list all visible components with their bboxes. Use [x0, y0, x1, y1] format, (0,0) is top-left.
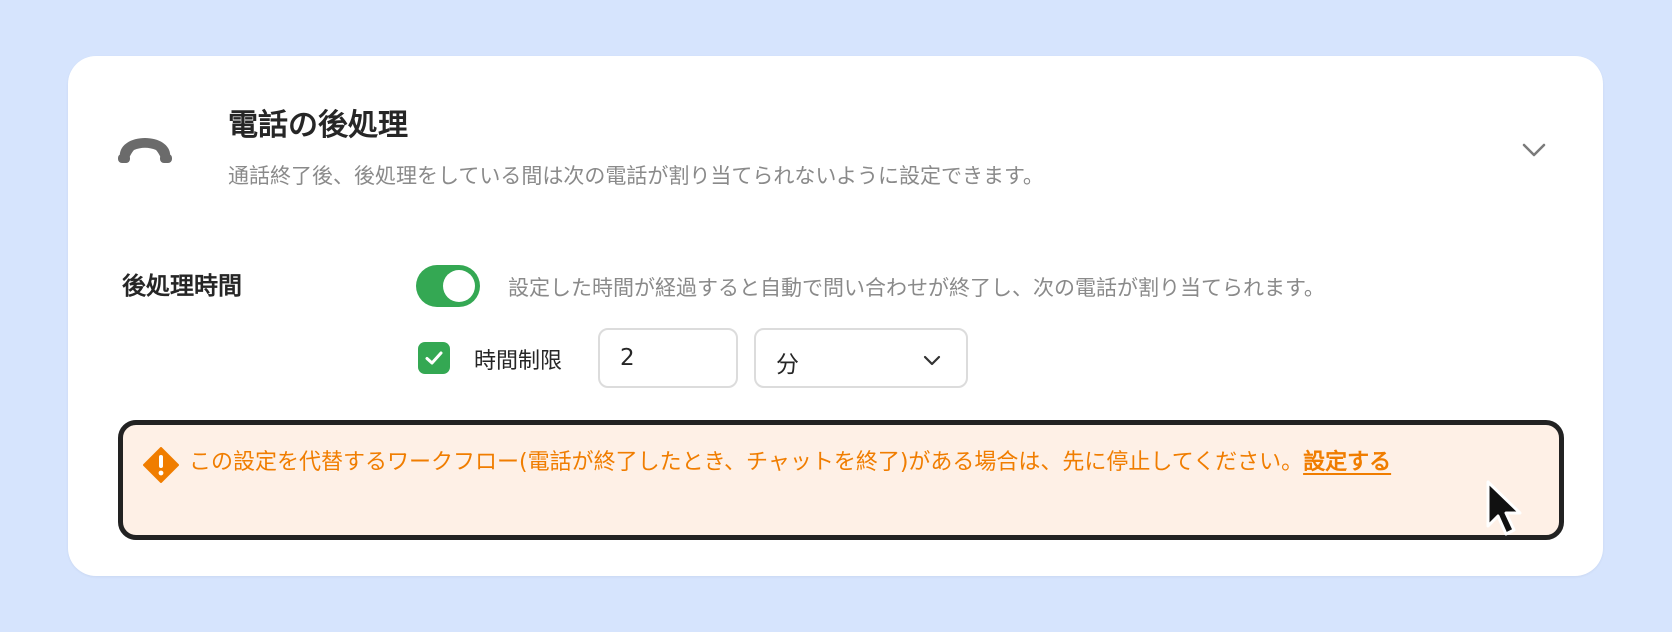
- settings-card: 電話の後処理 通話終了後、後処理をしている間は次の電話が割り当てられないように設…: [68, 56, 1603, 576]
- time-limit-label: 時間制限: [474, 349, 563, 374]
- section-description: 通話終了後、後処理をしている間は次の電話が割り当てられないように設定できます。: [228, 164, 1044, 188]
- warning-text: この設定を代替するワークフロー(電話が終了したとき、チャットを終了)がある場合は…: [189, 447, 1529, 479]
- checkmark-icon: [425, 351, 443, 365]
- time-limit-checkbox[interactable]: [418, 342, 450, 374]
- time-value-input[interactable]: [598, 328, 738, 388]
- settings-link[interactable]: 設定する: [1303, 450, 1391, 475]
- section-title: 電話の後処理: [228, 108, 408, 143]
- after-call-time-label: 後処理時間: [122, 272, 242, 300]
- chevron-down-icon: [923, 355, 941, 366]
- warning-banner: この設定を代替するワークフロー(電話が終了したとき、チャットを終了)がある場合は…: [118, 420, 1564, 540]
- warning-message: この設定を代替するワークフロー(電話が終了したとき、チャットを終了)がある場合は…: [189, 450, 1304, 475]
- toggle-description: 設定した時間が経過すると自動で問い合わせが終了し、次の電話が割り当てられます。: [508, 276, 1325, 300]
- phone-hangup-icon: [118, 138, 172, 163]
- exclamation-icon: [143, 447, 179, 483]
- unit-selected-value: 分: [776, 352, 799, 378]
- toggle-knob: [443, 270, 475, 302]
- after-call-time-toggle[interactable]: [416, 265, 480, 307]
- unit-select[interactable]: 分: [754, 328, 968, 388]
- chevron-down-icon[interactable]: [1516, 132, 1552, 168]
